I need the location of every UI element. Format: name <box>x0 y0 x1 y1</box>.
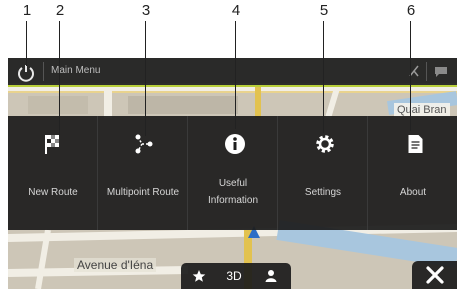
callout-6: 6 <box>406 2 416 19</box>
gear-icon <box>316 135 334 153</box>
settings-button[interactable]: Settings <box>278 116 368 230</box>
info-icon <box>225 134 245 154</box>
callout-line <box>59 21 61 136</box>
navigation-screen: Avenue d'Iéna Quai Bran Main Menu New Ro… <box>8 58 457 289</box>
menu-item-label: Multipoint Route <box>106 187 180 198</box>
menu-item-label: Information <box>207 195 259 206</box>
callout-line <box>410 21 412 131</box>
multipoint-route-icon <box>135 134 153 154</box>
title-bar: Main Menu <box>8 58 457 87</box>
menu-item-label: New Route <box>28 187 78 198</box>
street-label: Quai Bran <box>394 103 450 117</box>
multipoint-route-button[interactable]: Multipoint Route <box>98 116 188 230</box>
bottom-toolbar: 3D <box>181 263 291 289</box>
street-label: Avenue d'Iéna <box>74 258 157 272</box>
callout-line <box>26 21 28 66</box>
user-icon <box>265 270 277 282</box>
menu-item-label: Useful <box>218 178 248 189</box>
close-button[interactable] <box>412 261 457 289</box>
view-mode-button[interactable]: 3D <box>219 263 249 289</box>
checkered-flag-icon <box>45 135 59 154</box>
close-icon <box>426 266 444 284</box>
new-route-button[interactable]: New Route <box>8 116 98 230</box>
menu-item-label: Settings <box>304 187 342 198</box>
callout-row: 1 2 3 4 5 6 <box>0 0 457 24</box>
useful-information-button[interactable]: Useful Information <box>188 116 278 230</box>
callout-line <box>145 21 147 136</box>
user-button[interactable] <box>257 263 285 289</box>
callout-5: 5 <box>319 2 329 19</box>
callout-3: 3 <box>141 2 151 19</box>
chat-icon[interactable] <box>433 65 449 78</box>
callout-1: 1 <box>22 2 32 19</box>
favorites-button[interactable] <box>185 263 213 289</box>
about-button[interactable]: About <box>368 116 457 230</box>
callout-line <box>323 21 325 133</box>
star-icon <box>192 270 206 282</box>
document-icon <box>408 135 423 153</box>
title-separator <box>43 62 44 81</box>
main-menu: New Route Multipoint Route Useful Inform… <box>8 116 457 230</box>
menu-item-label: About <box>399 187 427 198</box>
callout-line <box>235 21 237 129</box>
callout-4: 4 <box>231 2 241 19</box>
callout-2: 2 <box>55 2 65 19</box>
title-separator <box>426 62 427 81</box>
